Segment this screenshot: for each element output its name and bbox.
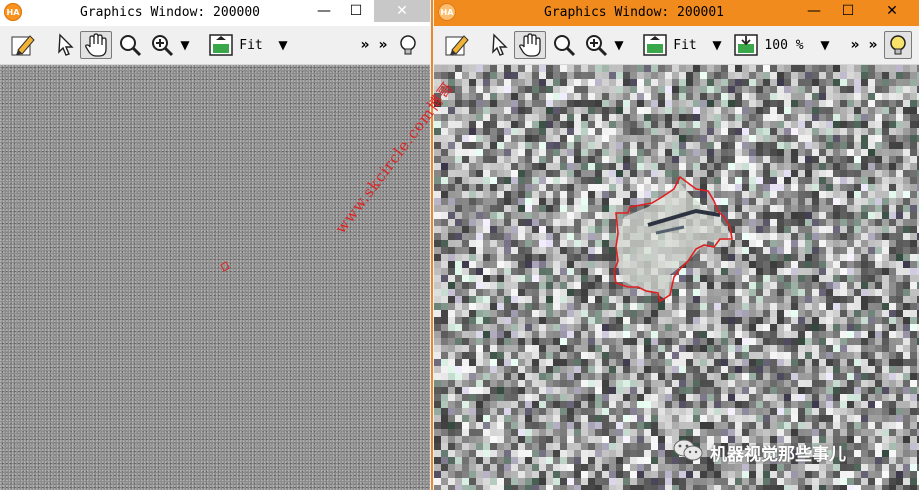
fit-window-button-right[interactable] <box>640 31 670 59</box>
edit-button-left[interactable] <box>8 31 38 59</box>
info-button-left[interactable] <box>396 31 420 59</box>
toolbar-overflow-right-2[interactable]: » <box>866 31 880 59</box>
hand-pan-icon <box>517 32 543 58</box>
maximize-button-right[interactable]: ☐ <box>830 0 866 22</box>
image-canvas-right[interactable] <box>434 65 919 490</box>
titlebar-right[interactable]: HA Graphics Window: 200001 — ☐ ✕ <box>434 0 919 26</box>
magnifier-icon <box>552 33 576 57</box>
toolbar-left: ▼ Fit ▼ » » <box>0 26 430 65</box>
chevron-down-icon: ▼ <box>180 38 190 52</box>
magnify-button-left[interactable] <box>116 31 144 59</box>
zoomed-noise-image <box>434 65 919 490</box>
double-chevron-icon: » <box>850 37 860 53</box>
zoom-percent-value: 100 % <box>764 37 804 53</box>
fit-window-icon <box>208 32 234 58</box>
zoom-mode-field-right[interactable]: Fit <box>672 31 698 59</box>
toolbar-overflow-right-1[interactable]: » <box>848 31 862 59</box>
zoom-dropdown-left[interactable]: ▼ <box>178 31 192 59</box>
lightbulb-icon <box>397 33 419 57</box>
wechat-icon <box>672 437 704 468</box>
zoom-in-button-right[interactable] <box>582 31 610 59</box>
minimize-button-right[interactable]: — <box>796 0 832 22</box>
fit-window-icon <box>642 32 668 58</box>
pointer-button-left[interactable] <box>52 31 78 59</box>
pointer-button-right[interactable] <box>486 31 512 59</box>
fit-window-button-left[interactable] <box>206 31 236 59</box>
chevron-down-icon: ▼ <box>820 38 830 52</box>
toolbar-overflow-left-1[interactable]: » <box>358 31 372 59</box>
zoom-mode-dropdown-left[interactable]: ▼ <box>276 31 290 59</box>
zoom-mode-dropdown-right[interactable]: ▼ <box>710 31 724 59</box>
chevron-down-icon: ▼ <box>712 38 722 52</box>
footer-brand: 机器视觉那些事儿 <box>672 437 846 468</box>
window-title-right: Graphics Window: 200001 <box>544 5 725 20</box>
lightbulb-icon <box>887 33 909 57</box>
pointer-icon <box>488 33 510 57</box>
toolbar-overflow-left-2[interactable]: » <box>376 31 390 59</box>
footer-brand-label: 机器视觉那些事儿 <box>710 445 846 465</box>
minimize-button-left[interactable]: — <box>306 0 342 22</box>
pan-button-right[interactable] <box>514 31 546 59</box>
edit-icon <box>10 32 36 58</box>
halcon-app-icon: HA <box>4 3 22 21</box>
zoom-percent-icon <box>733 32 759 58</box>
image-canvas-left[interactable] <box>0 65 430 490</box>
double-chevron-icon: » <box>378 37 388 53</box>
maximize-button-left[interactable]: ☐ <box>338 0 374 22</box>
zoom-mode-label-left: Fit <box>239 37 263 53</box>
zoom-percent-button-right[interactable] <box>732 31 760 59</box>
graphics-window-left: HA Graphics Window: 200000 — ☐ ✕ ▼ Fit ▼… <box>0 0 430 490</box>
close-button-right[interactable]: ✕ <box>872 0 912 22</box>
edit-icon <box>444 32 470 58</box>
hand-pan-icon <box>83 32 109 58</box>
toolbar-right: ▼ Fit ▼ 100 % ▼ » » <box>434 26 919 65</box>
titlebar-left[interactable]: HA Graphics Window: 200000 — ☐ ✕ <box>0 0 430 26</box>
zoom-in-icon <box>150 33 174 57</box>
zoom-in-button-left[interactable] <box>148 31 176 59</box>
pointer-icon <box>54 33 76 57</box>
zoom-mode-field-left[interactable]: Fit <box>238 31 264 59</box>
zoom-dropdown-right[interactable]: ▼ <box>612 31 626 59</box>
magnify-button-right[interactable] <box>550 31 578 59</box>
zoom-percent-field-right[interactable]: 100 % <box>762 31 806 59</box>
edit-button-right[interactable] <box>442 31 472 59</box>
halcon-app-icon: HA <box>438 3 456 21</box>
pan-button-left[interactable] <box>80 31 112 59</box>
magnifier-icon <box>118 33 142 57</box>
graphics-window-right: HA Graphics Window: 200001 — ☐ ✕ ▼ Fit ▼… <box>434 0 919 490</box>
zoom-mode-label-right: Fit <box>673 37 697 53</box>
zoom-in-icon <box>584 33 608 57</box>
chevron-down-icon: ▼ <box>278 38 288 52</box>
double-chevron-icon: » <box>868 37 878 53</box>
region-outline-left <box>220 261 230 272</box>
chevron-down-icon: ▼ <box>614 38 624 52</box>
info-button-right[interactable] <box>884 31 912 59</box>
double-chevron-icon: » <box>360 37 370 53</box>
window-title-left: Graphics Window: 200000 <box>80 5 261 20</box>
zoom-percent-dropdown-right[interactable]: ▼ <box>818 31 832 59</box>
close-button-left[interactable]: ✕ <box>374 0 430 22</box>
